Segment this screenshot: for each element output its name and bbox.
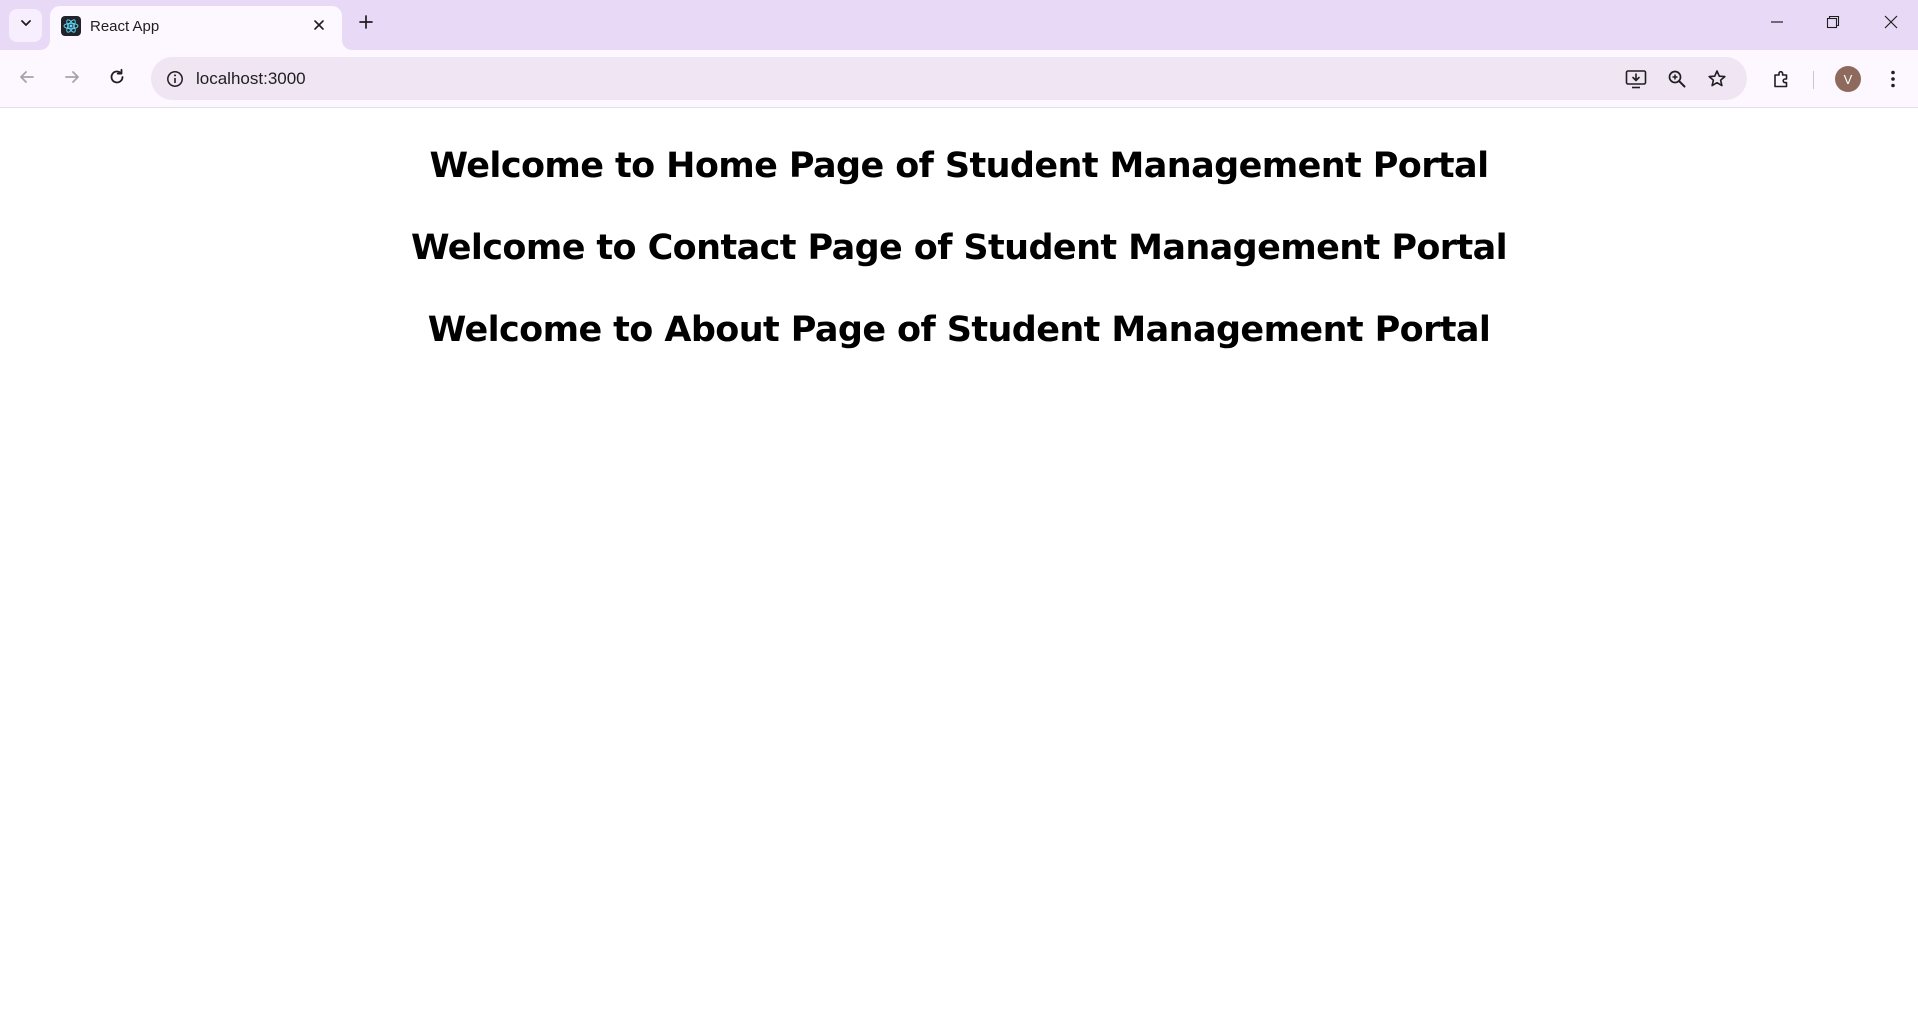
plus-icon — [358, 14, 374, 35]
reload-icon — [108, 68, 126, 91]
tab-title: React App — [90, 18, 160, 35]
close-icon — [1884, 15, 1898, 34]
contact-heading: Welcome to Contact Page of Student Manag… — [410, 228, 1508, 268]
address-bar[interactable]: localhost:3000 — [151, 57, 1747, 100]
react-logo-icon — [61, 16, 81, 36]
new-tab-button[interactable] — [352, 10, 380, 38]
close-icon — [313, 18, 325, 36]
zoom-icon[interactable] — [1661, 63, 1693, 95]
install-app-icon[interactable] — [1620, 63, 1652, 95]
minimize-button[interactable] — [1750, 0, 1804, 48]
tab-search-button[interactable] — [9, 9, 42, 42]
profile-avatar[interactable]: V — [1835, 66, 1861, 92]
chevron-down-icon — [19, 16, 33, 35]
browser-tab[interactable]: React App — [50, 6, 342, 50]
reload-button[interactable] — [99, 61, 135, 97]
extensions-icon[interactable] — [1764, 62, 1798, 96]
arrow-right-icon — [63, 68, 81, 91]
more-menu-icon[interactable] — [1876, 62, 1910, 96]
url-text[interactable]: localhost:3000 — [196, 69, 306, 89]
bookmark-star-icon[interactable] — [1701, 63, 1733, 95]
arrow-left-icon — [18, 68, 36, 91]
restore-icon — [1826, 15, 1840, 34]
restore-button[interactable] — [1806, 0, 1860, 48]
back-button[interactable] — [9, 61, 45, 97]
tab-strip: React App — [0, 0, 1918, 50]
home-heading: Welcome to Home Page of Student Manageme… — [429, 146, 1490, 186]
browser-toolbar: localhost:3000 — [0, 50, 1918, 108]
site-info-icon[interactable] — [161, 65, 189, 93]
close-window-button[interactable] — [1864, 0, 1918, 48]
toolbar-divider — [1813, 71, 1814, 89]
minimize-icon — [1770, 15, 1784, 34]
forward-button[interactable] — [54, 61, 90, 97]
tab-close-button[interactable] — [307, 15, 331, 39]
about-heading: Welcome to About Page of Student Managem… — [427, 310, 1491, 350]
page-content: Welcome to Home Page of Student Manageme… — [0, 109, 1918, 1016]
